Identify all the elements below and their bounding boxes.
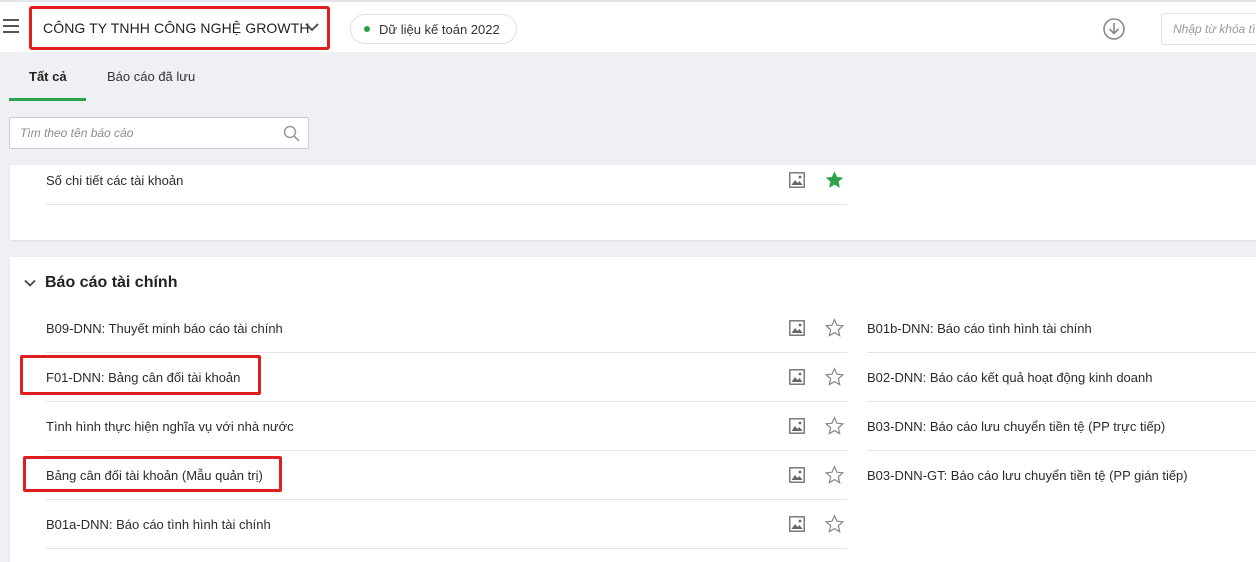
report-row[interactable]: B01a-DNN: Báo cáo tình hình tài chính [46,500,847,549]
company-name: CÔNG TY TNHH CÔNG NGHỆ GROWTH [43,20,310,36]
report-name[interactable]: B03-DNN: Báo cáo lưu chuyển tiền tệ (PP … [867,419,1165,434]
star-outline-icon[interactable] [824,514,845,535]
top-bar: CÔNG TY TNHH CÔNG NGHỆ GROWTH Dữ liệu kế… [0,0,1256,52]
report-row[interactable]: B03-DNN-GT: Báo cáo lưu chuyển tiền tệ (… [867,451,1256,500]
preview-image-icon[interactable] [789,320,805,336]
report-row[interactable]: B01b-DNN: Báo cáo tình hình tài chính [867,304,1256,353]
star-outline-icon[interactable] [824,465,845,486]
data-year-pill[interactable]: Dữ liệu kế toán 2022 [350,14,517,44]
preview-image-icon[interactable] [789,172,805,188]
data-year-label: Dữ liệu kế toán 2022 [379,21,500,37]
report-name[interactable]: Số chi tiết các tài khoản [46,173,183,188]
report-row[interactable]: Tình hình thực hiện nghĩa vụ với nhà nướ… [46,402,847,451]
report-name[interactable]: B01a-DNN: Báo cáo tình hình tài chính [46,517,271,532]
tab-saved-reports[interactable]: Báo cáo đã lưu [107,52,195,101]
section-header[interactable]: Báo cáo tài chính [24,271,177,295]
status-dot-icon [364,26,370,32]
tab-all-label: Tất cả [29,69,67,84]
chevron-down-icon [305,23,319,32]
report-row[interactable]: Số chi tiết các tài khoản [46,156,847,205]
report-row[interactable]: B02-DNN: Báo cáo kết quả hoạt động kinh … [867,353,1256,402]
report-name[interactable]: Tình hình thực hiện nghĩa vụ với nhà nướ… [46,419,294,434]
report-row[interactable]: B09-DNN: Thuyết minh báo cáo tài chính [46,304,847,353]
section-title: Báo cáo tài chính [45,274,178,291]
company-selector[interactable]: CÔNG TY TNHH CÔNG NGHỆ GROWTH [29,6,330,50]
report-search-placeholder: Tìm theo tên báo cáo [20,126,134,140]
star-filled-icon[interactable] [824,170,845,191]
highlight-box [23,456,282,492]
preview-image-icon[interactable] [789,418,805,434]
preview-image-icon[interactable] [789,369,805,385]
report-group-card: Số chi tiết các tài khoản [10,165,1256,240]
report-name[interactable]: B01b-DNN: Báo cáo tình hình tài chính [867,321,1092,336]
download-icon[interactable] [1102,17,1126,41]
highlight-box [20,355,261,395]
report-search-input[interactable]: Tìm theo tên báo cáo [9,117,309,149]
menu-icon[interactable] [3,19,19,33]
preview-image-icon[interactable] [789,467,805,483]
report-name[interactable]: B02-DNN: Báo cáo kết quả hoạt động kinh … [867,370,1152,385]
search-icon[interactable] [283,125,300,142]
report-name[interactable]: B03-DNN-GT: Báo cáo lưu chuyển tiền tệ (… [867,468,1188,483]
financial-reports-card: Báo cáo tài chính B09-DNN: Thuyết minh b… [10,257,1256,562]
tab-bar: Tất cả Báo cáo đã lưu [0,52,1256,101]
tab-saved-reports-label: Báo cáo đã lưu [107,69,196,84]
active-tab-indicator [9,98,86,101]
collapse-chevron-icon[interactable] [24,279,36,287]
report-row[interactable]: B03-DNN: Báo cáo lưu chuyển tiền tệ (PP … [867,402,1256,451]
global-search-placeholder: Nhập từ khóa tì [1173,22,1256,36]
star-outline-icon[interactable] [824,318,845,339]
tab-all[interactable]: Tất cả [29,52,67,101]
star-outline-icon[interactable] [824,367,845,388]
report-name[interactable]: B09-DNN: Thuyết minh báo cáo tài chính [46,321,283,336]
preview-image-icon[interactable] [789,516,805,532]
global-search-input[interactable]: Nhập từ khóa tì [1161,13,1256,45]
star-outline-icon[interactable] [824,416,845,437]
